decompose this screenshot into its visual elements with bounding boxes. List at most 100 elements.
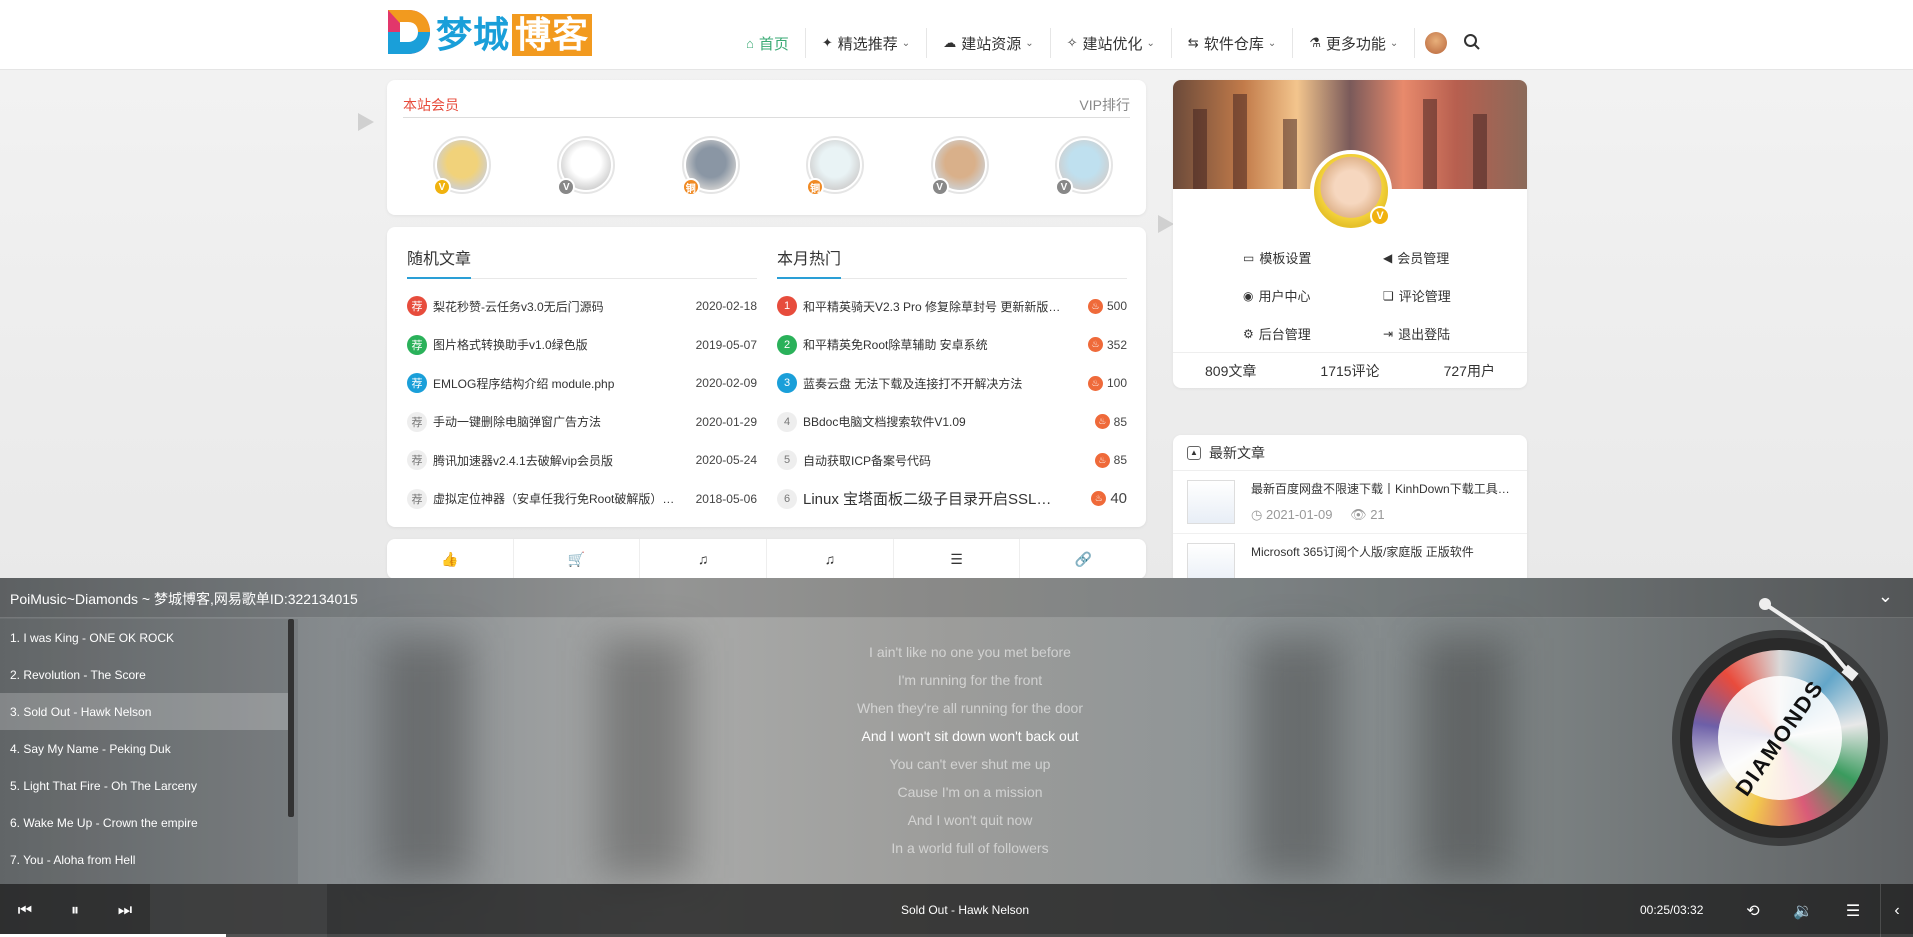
random-article-item[interactable]: 荐虚拟定位神器（安卓任我行免Root破解版）… 2018-05-06 — [407, 488, 757, 509]
article-title: 图片格式转换助手v1.0绿色版 — [433, 338, 588, 352]
profile-menu-item[interactable]: ◀ 会员管理 — [1383, 248, 1473, 267]
flame-icon: ♨ — [1087, 375, 1103, 391]
site-logo[interactable]: 梦城 博客 — [386, 8, 593, 56]
tab-thumbs-up[interactable]: 👍 — [387, 539, 514, 579]
article-title: 自动获取ICP备案号代码 — [803, 453, 932, 468]
article-title: 和平精英免Root除草辅助 安卓系统 — [803, 338, 988, 352]
hide-player-icon[interactable]: ‹ — [1880, 884, 1913, 937]
random-article-item[interactable]: 荐梨花秒赞-云任务v3.0无后门源码 2020-02-18 — [407, 296, 757, 316]
profile-stat[interactable]: 727用户 — [1444, 361, 1495, 381]
playlist-item[interactable]: 7. You - Aloha from Hell — [0, 841, 290, 878]
playlist-item[interactable]: 4. Say My Name - Peking Duk — [0, 730, 290, 767]
profile-avatar[interactable]: V — [1310, 150, 1392, 232]
profile-menu-item[interactable]: ▭ 模板设置 — [1243, 248, 1383, 267]
article-date: 2019-05-07 — [695, 337, 757, 352]
article-title: 腾讯加速器v2.4.1去破解vip会员版 — [433, 453, 614, 468]
hot-article-item[interactable]: 4 BBdoc电脑文档搜索软件V1.09 ♨ 85 — [777, 411, 1127, 432]
member-avatar[interactable]: V — [433, 136, 491, 196]
profile-menu-item[interactable]: ◉ 用户中心 — [1243, 286, 1383, 305]
random-article-item[interactable]: 荐手动一键删除电脑弹窗广告方法 2020-01-29 — [407, 411, 757, 432]
nav-item-2[interactable]: ☁ 建站资源 ⌄ — [927, 28, 1051, 58]
profile-card: V ▭ 模板设置 ◀ 会员管理 ◉ 用户中心 ❏ 评论管理 ⚙ 后台管理 ⇥ 退出登陆 809文章 17… — [1173, 80, 1527, 388]
random-article-item[interactable]: 荐图片格式转换助手v1.0绿色版 2019-05-07 — [407, 334, 757, 355]
profile-menu-label: 后台管理 — [1258, 327, 1311, 342]
profile-menu-item[interactable]: ⇥ 退出登陆 — [1383, 324, 1473, 343]
article-title: BBdoc电脑文档搜索软件V1.09 — [803, 415, 966, 429]
search-icon[interactable] — [1463, 33, 1483, 53]
profile-menu-item[interactable]: ⚙ 后台管理 — [1243, 324, 1383, 343]
profile-menu-label: 会员管理 — [1397, 251, 1450, 266]
playlist-item[interactable]: 2. Revolution - The Score — [0, 656, 290, 693]
tab-cart[interactable]: 🛒 — [514, 539, 641, 579]
tab-link[interactable]: 🔗 — [1020, 539, 1146, 579]
latest-articles-header: ▲ 最新文章 — [1173, 435, 1527, 471]
pause-icon[interactable]: ⏸ — [50, 884, 100, 937]
rank-number: 4 — [777, 411, 797, 432]
user-circle-icon: ◉ — [1243, 288, 1254, 303]
hot-article-item[interactable]: 3 蓝奏云盘 无法下载及连接打不开解决方法 ♨ 100 — [777, 373, 1127, 393]
optimize-icon: ✧ — [1066, 35, 1078, 50]
profile-stat[interactable]: 1715评论 — [1320, 361, 1379, 381]
category-icon-tabs: 👍 🛒 ♫ ♫ ☰ 🔗 — [387, 539, 1146, 579]
controls-spacer — [150, 884, 327, 937]
random-article-item[interactable]: 荐 EMLOG程序结构介绍 module.php 2020-02-09 — [407, 373, 757, 393]
collapse-chevron-icon[interactable]: ⌄ — [1878, 586, 1893, 607]
vip-ranking-link[interactable]: VIP排行 — [1079, 95, 1130, 115]
repeat-icon[interactable]: ⟲ — [1738, 884, 1768, 937]
member-avatar[interactable]: V — [930, 136, 989, 196]
playlist-scrollbar[interactable] — [288, 619, 294, 817]
previous-track-icon[interactable]: ⏮ — [0, 884, 50, 937]
random-articles-header: 随机文章 — [407, 247, 757, 279]
playlist-item[interactable]: 1. I was King - ONE OK ROCK — [0, 619, 290, 656]
member-badge-icon: V — [1054, 178, 1073, 196]
latest-icon: ▲ — [1187, 445, 1201, 460]
chevron-down-icon: ⌄ — [1389, 37, 1399, 49]
nav-item-5[interactable]: ⚗ 更多功能 ⌄ — [1293, 28, 1416, 58]
latest-article-item[interactable]: 最新百度网盘不限速下载丨KinhDown下载工具… ◷ 2021-01-09 👁 … — [1173, 471, 1527, 534]
hot-article-item[interactable]: 1 和平精英骑天V2.3 Pro 修复除草封号 更新新版… ♨ 500 — [777, 296, 1127, 316]
hot-article-item[interactable]: 6 Linux 宝塔面板二级子目录开启SSL证书 ♨ 40 — [777, 488, 1127, 509]
playlist-item[interactable]: 5. Light That Fire - Oh The Larceny — [0, 767, 290, 804]
random-article-item[interactable]: 荐腾讯加速器v2.4.1去破解vip会员版 2020-05-24 — [407, 450, 757, 470]
profile-menu-item[interactable]: ❏ 评论管理 — [1383, 286, 1473, 305]
volume-icon[interactable]: 🔉 — [1788, 884, 1818, 937]
hot-article-item[interactable]: 5 自动获取ICP备案号代码 ♨ 85 — [777, 450, 1127, 470]
thumbs-up-icon: 👍 — [441, 550, 459, 567]
hot-article-item[interactable]: 2 和平精英免Root除草辅助 安卓系统 ♨ 352 — [777, 334, 1127, 355]
articles-card: 随机文章 本月热门 荐梨花秒赞-云任务v3.0无后门源码 2020-02-18 荐图… — [387, 227, 1146, 527]
recommend-badge: 荐 — [407, 334, 427, 355]
recommend-badge: 荐 — [407, 488, 427, 509]
sign-out-icon: ⇥ — [1383, 326, 1394, 341]
playlist-item[interactable]: 6. Wake Me Up - Crown the empire — [0, 804, 290, 841]
tab-music-2[interactable]: ♫ — [767, 539, 894, 579]
profile-stat[interactable]: 809文章 — [1205, 361, 1256, 381]
latest-article-meta: ◷ 2021-01-09 👁 21 — [1251, 507, 1516, 523]
crown-icon: ✦ — [821, 35, 833, 50]
hit-count-value: 100 — [1106, 376, 1127, 390]
member-avatar[interactable]: V — [1054, 136, 1113, 196]
next-track-icon[interactable]: ⏭ — [100, 884, 150, 937]
tab-list[interactable]: ☰ — [894, 539, 1021, 579]
user-avatar[interactable] — [1425, 32, 1448, 54]
lyric-line: You can't ever shut me up — [889, 756, 1051, 772]
logo-mark-icon — [386, 8, 432, 56]
playback-time: 00:25/03:32 — [1640, 903, 1704, 917]
hit-count-value: 40 — [1110, 490, 1127, 507]
playlist-toggle-icon[interactable]: ☰ — [1838, 884, 1868, 937]
tab-music[interactable]: ♫ — [640, 539, 768, 579]
nav-item-3[interactable]: ✧ 建站优化 ⌄ — [1051, 28, 1172, 58]
cloud-icon: ☁ — [943, 35, 957, 50]
flame-icon: ♨ — [1094, 452, 1110, 468]
hit-count-value: 352 — [1106, 337, 1127, 352]
list-icon: ☰ — [950, 550, 963, 567]
nav-item-0[interactable]: ⌂ 首页 — [730, 28, 806, 58]
member-avatar[interactable]: V — [557, 136, 616, 196]
flame-icon: ♨ — [1091, 491, 1107, 506]
nav-item-1[interactable]: ✦ 精选推荐 ⌄ — [806, 28, 928, 58]
nav-item-4[interactable]: ⇆ 软件仓库 ⌄ — [1172, 28, 1294, 58]
nav-item-label: 更多功能 — [1325, 35, 1386, 53]
member-avatar[interactable]: 铜 — [681, 136, 740, 196]
playlist-item[interactable]: 3. Sold Out - Hawk Nelson — [0, 693, 290, 730]
flame-icon: ♨ — [1087, 337, 1103, 352]
member-avatar[interactable]: 铜 — [806, 136, 865, 196]
